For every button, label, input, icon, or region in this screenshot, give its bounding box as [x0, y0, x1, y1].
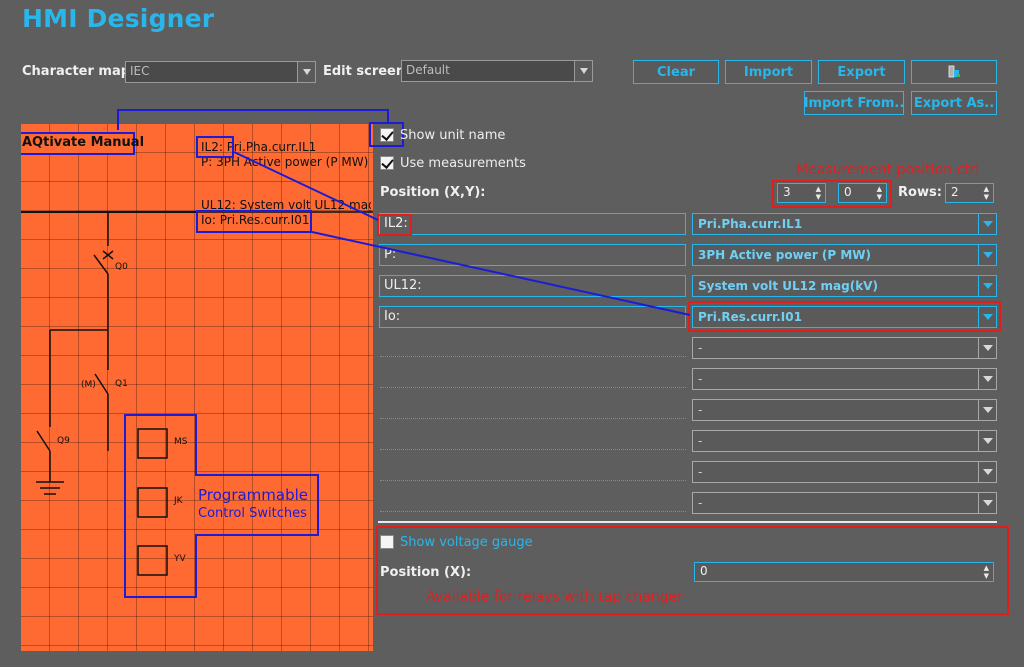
export-button[interactable]: Export — [818, 60, 905, 84]
spin-down-icon[interactable]: ▼ — [984, 573, 989, 580]
measurement-label-field-2[interactable]: P: — [379, 244, 686, 266]
empty-row-divider — [380, 480, 686, 481]
empty-row-divider — [380, 356, 686, 357]
measurement-label-field-4[interactable]: Io: — [379, 306, 686, 328]
measurement-value: 3PH Active power (P MW) — [698, 248, 872, 262]
measurement-select-empty-6[interactable]: - — [692, 492, 997, 514]
export-as-button[interactable]: Export As.. — [911, 91, 997, 115]
rows-value: 2 — [951, 185, 959, 199]
spin-down-icon[interactable]: ▼ — [816, 194, 821, 201]
measurement-select-2[interactable]: 3PH Active power (P MW) — [692, 244, 997, 266]
annotation-il2-field-box — [377, 214, 412, 236]
measurement-value: - — [698, 496, 703, 510]
chevron-down-icon — [978, 493, 996, 513]
character-map-select[interactable]: IEC — [125, 61, 316, 83]
device-button[interactable] — [911, 60, 997, 84]
measurement-label-text: P: — [384, 247, 397, 262]
show-voltage-gauge-checkbox[interactable] — [380, 535, 394, 549]
device-icon — [948, 65, 960, 78]
chevron-down-icon — [297, 62, 315, 82]
show-unit-name-label: Show unit name — [400, 128, 506, 143]
measurement-select-empty-4[interactable]: - — [692, 430, 997, 452]
annotation-control-switches: Control Switches — [198, 506, 307, 521]
chevron-down-icon — [978, 214, 996, 234]
measurement-value: Pri.Pha.curr.IL1 — [698, 217, 803, 231]
empty-row-divider — [380, 387, 686, 388]
chevron-down-icon — [978, 276, 996, 296]
spin-up-icon[interactable]: ▲ — [816, 186, 821, 193]
chevron-down-icon — [978, 245, 996, 265]
measurement-label-field-3[interactable]: UL12: — [379, 275, 686, 297]
chevron-down-icon — [978, 431, 996, 451]
use-measurements-label: Use measurements — [400, 156, 526, 171]
section-divider — [378, 521, 997, 523]
chevron-down-icon — [978, 400, 996, 420]
position-x-spinner[interactable]: 3 ▲ ▼ — [777, 183, 826, 203]
character-map-value: IEC — [130, 64, 150, 78]
gauge-position-x-value: 0 — [700, 564, 708, 578]
edit-screen-value: Default — [406, 63, 450, 77]
chevron-down-icon — [574, 61, 592, 81]
edit-screen-label: Edit screen — [323, 64, 406, 79]
measurement-value: System volt UL12 mag(kV) — [698, 279, 878, 293]
annotation-io-box — [196, 210, 312, 233]
character-map-label: Character map — [22, 64, 131, 79]
annotation-tap-changer: Available for relays with tap changer — [426, 589, 683, 605]
clear-button[interactable]: Clear — [633, 60, 719, 84]
show-voltage-gauge-label: Show voltage gauge — [400, 535, 533, 550]
gauge-position-x-spinner[interactable]: 0 ▲ ▼ — [694, 562, 994, 582]
use-measurements-checkbox[interactable] — [380, 156, 394, 170]
position-y-value: 0 — [844, 185, 852, 199]
spin-up-icon[interactable]: ▲ — [877, 186, 882, 193]
measurement-label-field-1[interactable]: IL2: — [379, 213, 686, 235]
screen-preview-panel[interactable]: AQtivate Manual IL2: Pri.Pha.curr.IL1 P:… — [21, 124, 373, 651]
measurement-select-1[interactable]: Pri.Pha.curr.IL1 — [692, 213, 997, 235]
measurement-value: - — [698, 403, 703, 417]
annotation-programmable: Programmable — [198, 486, 309, 504]
import-from-button[interactable]: Import From.. — [804, 91, 904, 115]
annotation-io-select-box — [688, 301, 1001, 332]
measurement-label-text: Io: — [384, 309, 401, 324]
edit-screen-select[interactable]: Default — [401, 60, 593, 82]
spin-up-icon[interactable]: ▲ — [984, 186, 989, 193]
measurement-select-empty-1[interactable]: - — [692, 337, 997, 359]
measurement-select-empty-3[interactable]: - — [692, 399, 997, 421]
chevron-down-icon — [978, 462, 996, 482]
measurement-value: - — [698, 372, 703, 386]
measurement-label-text: UL12: — [384, 278, 422, 293]
app-title: HMI Designer — [22, 4, 215, 33]
measurement-select-3[interactable]: System volt UL12 mag(kV) — [692, 275, 997, 297]
switches-annotation-outline — [124, 414, 319, 598]
annotation-il2-box — [196, 136, 234, 158]
spin-down-icon[interactable]: ▼ — [877, 194, 882, 201]
measurement-value: - — [698, 434, 703, 448]
rows-spinner[interactable]: 2 ▲ ▼ — [945, 183, 994, 203]
chevron-down-icon — [978, 338, 996, 358]
empty-row-divider — [380, 449, 686, 450]
annotation-measurement-position: Measurement position ctrl — [796, 162, 980, 178]
position-x-value: 3 — [783, 185, 791, 199]
empty-row-divider — [380, 511, 686, 512]
annotation-unit-name-box — [369, 122, 404, 147]
position-xy-label: Position (X,Y): — [380, 185, 486, 200]
measurement-select-empty-2[interactable]: - — [692, 368, 997, 390]
spin-up-icon[interactable]: ▲ — [984, 565, 989, 572]
position-y-spinner[interactable]: 0 ▲ ▼ — [838, 183, 887, 203]
empty-row-divider — [380, 418, 686, 419]
rows-label: Rows: — [898, 185, 942, 200]
spin-down-icon[interactable]: ▼ — [984, 194, 989, 201]
measurement-value: - — [698, 465, 703, 479]
measurement-select-empty-5[interactable]: - — [692, 461, 997, 483]
position-x-label: Position (X): — [380, 565, 472, 580]
chevron-down-icon — [978, 369, 996, 389]
measurement-value: - — [698, 341, 703, 355]
import-button[interactable]: Import — [725, 60, 812, 84]
